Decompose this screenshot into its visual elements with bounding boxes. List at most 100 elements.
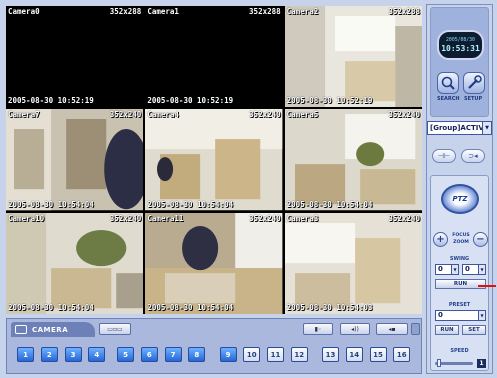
clock-display: 2005/08/30 10:53:31 (437, 30, 484, 60)
camera-feed (145, 6, 283, 108)
camera-number-button[interactable]: 3 (64, 347, 82, 362)
magnifier-icon (441, 76, 455, 90)
camera-number-button[interactable]: 4 (88, 347, 106, 362)
camera-tile[interactable]: Camera7 352x240 2005-08-30 10:54:04 (6, 109, 144, 211)
prev-sequence-button[interactable]: ⊣⊢ (432, 149, 456, 163)
camera-name: Camera4 (147, 110, 179, 120)
camera-name: Camera7 (8, 110, 40, 120)
camera-timestamp: 2005-08-30 10:54:04 (8, 199, 94, 209)
search-button[interactable] (437, 72, 459, 94)
focus-label: FOCUS (452, 233, 470, 238)
focus-zoom-controls: + FOCUS ZOOM − (433, 232, 488, 250)
dvr-window: Camera0 352x288 2005-08-30 10:52:19 Came… (0, 0, 497, 378)
mute-button[interactable]: ◂▪ (376, 323, 408, 335)
group-select[interactable]: [Group]ACTIV ▼ (427, 121, 492, 135)
camera-feed (284, 109, 422, 211)
camera-resolution: 352x288 (109, 7, 142, 16)
preset-set-button[interactable]: SET (462, 325, 486, 335)
camera-feed (284, 6, 422, 108)
split-screen-button[interactable]: ▭▫▭ (99, 323, 131, 335)
camera-feed (145, 212, 283, 314)
camera-number-button[interactable]: 15 (369, 347, 387, 362)
camera-name: Camera0 (8, 7, 40, 16)
camera-number-button[interactable]: 11 (267, 347, 284, 362)
camera-timestamp: 2005-08-30 10:54:04 (286, 199, 373, 209)
speed-value: 1 (477, 359, 486, 368)
camera-grid: Camera0 352x288 2005-08-30 10:52:19 Came… (6, 6, 422, 314)
next-sequence-button[interactable]: ⊃◂ (461, 149, 485, 163)
camera-number-button[interactable]: 5 (117, 347, 134, 362)
camera-tile[interactable]: Camera11 352x240 2005-08-30 10:54:04 (145, 212, 283, 314)
camera-feed (6, 212, 144, 314)
camera-feed (6, 109, 144, 211)
camera-resolution: 352x240 (388, 213, 420, 223)
preset-run-button[interactable]: RUN (435, 325, 459, 335)
search-label: SEARCH (437, 96, 460, 102)
setup-button[interactable] (463, 72, 485, 94)
ptz-joystick[interactable]: PTZ (441, 184, 479, 214)
camera-tile[interactable]: Camera10 352x240 2005-08-30 10:54:04 (6, 212, 144, 314)
speed-label: SPEED (450, 348, 469, 354)
zoom-out-button[interactable]: − (473, 232, 488, 247)
speed-slider-thumb[interactable] (437, 359, 441, 367)
camera-timestamp: 2005-08-30 10:52:19 (8, 96, 94, 106)
camera-number-button[interactable]: 6 (140, 347, 158, 362)
camera-tile[interactable]: Camera0 352x288 2005-08-30 10:52:19 (6, 6, 144, 108)
camera-timestamp: 2005-08-30 10:54:04 (147, 303, 234, 312)
clock-time: 10:53:31 (441, 44, 480, 53)
camera-tile[interactable]: Camera5 352x240 2005-08-30 10:54:04 (284, 109, 422, 211)
swing-select-a[interactable]: 0 ▼ (435, 264, 459, 275)
camera-tile[interactable]: Camera1 352x288 2005-08-30 10:52:19 (145, 6, 283, 108)
camera-number-button[interactable]: 12 (290, 347, 308, 362)
swing-b-value: 0 (465, 265, 470, 273)
status-panel: 2005/08/30 10:53:31 SEARCH SETUP (430, 7, 489, 117)
record-button[interactable]: ▮◦ (303, 323, 333, 335)
camera-resolution: 352x288 (388, 7, 420, 16)
preset-label: PRESET (448, 302, 471, 308)
mute-icon: ◂▪ (388, 325, 396, 333)
camera-number-button[interactable]: 10 (243, 347, 261, 362)
sequence-controls: ⊣⊢ ⊃◂ (430, 145, 489, 167)
camera-number-button[interactable]: 8 (188, 347, 206, 362)
camera-feed (6, 6, 144, 108)
swing-select-b[interactable]: 0 ▼ (462, 264, 486, 275)
sequence-left-icon: ⊣⊢ (437, 152, 451, 160)
camera-number-button[interactable]: 1 (17, 347, 34, 362)
plus-icon: + (436, 233, 445, 245)
camera-name: Camera10 (8, 213, 45, 223)
camera-tile[interactable]: Camera2 352x288 2005-08-30 10:52:19 (284, 6, 422, 108)
camera-tab-label: CAMERA (32, 325, 69, 334)
swing-a-value: 0 (438, 265, 443, 273)
audio-button[interactable]: ◂)) (340, 323, 370, 335)
setup-label: SETUP (464, 96, 483, 102)
camera-resolution: 352x288 (249, 7, 281, 16)
minus-icon: − (476, 233, 485, 245)
side-panel: 2005/08/30 10:53:31 SEARCH SETUP [Group]… (426, 4, 493, 374)
camera-tile[interactable]: Camera3 352x240 2005-08-30 10:54:03 (284, 212, 422, 314)
swing-run-button[interactable]: RUN (435, 279, 486, 289)
chevron-down-icon: ▼ (482, 122, 491, 134)
preset-select[interactable]: 0 ▼ (435, 310, 486, 321)
chevron-down-icon: ▼ (478, 265, 485, 274)
camera-resolution: 352x240 (388, 110, 420, 120)
camera-resolution: 352x240 (249, 110, 281, 120)
camera-feed (284, 212, 422, 314)
camera-number-button[interactable]: 2 (40, 347, 58, 362)
camera-number-button[interactable]: 13 (322, 347, 339, 362)
camera-number-button[interactable]: 9 (219, 347, 237, 362)
camera-name: Camera2 (286, 7, 319, 16)
camera-number-button[interactable]: 7 (164, 347, 182, 362)
camera-timestamp: 2005-08-30 10:52:19 (286, 96, 373, 106)
camera-tile[interactable]: Camera4 352x240 2005-08-30 10:54:04 (145, 109, 283, 211)
split-icon: ▭▫▭ (107, 325, 123, 333)
monitor-icon (15, 325, 27, 334)
camera-tab[interactable]: CAMERA (11, 322, 95, 337)
speed-slider[interactable] (435, 359, 473, 367)
scroll-button[interactable] (411, 323, 420, 335)
zoom-in-button[interactable]: + (433, 232, 448, 247)
camera-number-button[interactable]: 14 (345, 347, 363, 362)
camera-resolution: 352x240 (109, 213, 142, 223)
camera-number-button[interactable]: 16 (393, 347, 411, 362)
group-value: [Group]ACTIV (430, 124, 484, 132)
camera-timestamp: 2005-08-30 10:54:04 (147, 199, 234, 209)
